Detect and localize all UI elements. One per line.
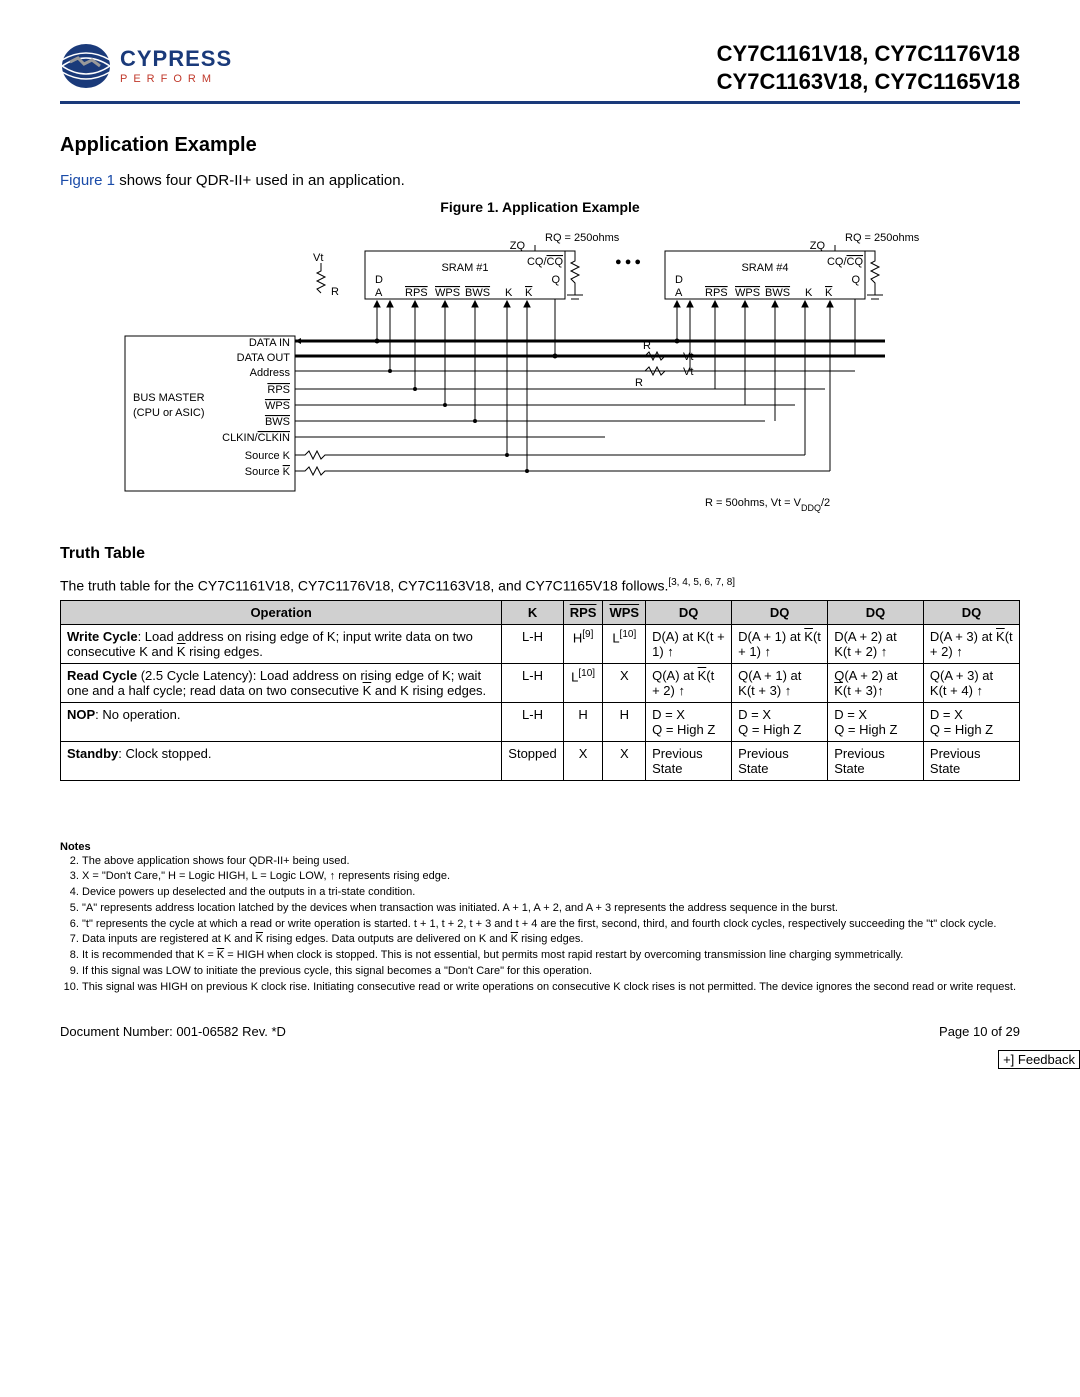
svg-text:Vt: Vt bbox=[683, 351, 693, 363]
svg-text:K: K bbox=[805, 287, 813, 299]
svg-text:WPS: WPS bbox=[265, 400, 290, 412]
notes-list: The above application shows four QDR-II+… bbox=[60, 855, 1020, 995]
svg-text:Q: Q bbox=[551, 274, 560, 286]
logo: CYPRESS PERFORM bbox=[60, 40, 232, 92]
svg-text:R: R bbox=[635, 377, 643, 389]
note-item: If this signal was LOW to initiate the p… bbox=[82, 965, 1020, 979]
svg-text:ZQ: ZQ bbox=[510, 240, 526, 252]
part-numbers: CY7C1161V18, CY7C1176V18 CY7C1163V18, CY… bbox=[717, 40, 1020, 95]
svg-text:RQ = 250ohms: RQ = 250ohms bbox=[545, 232, 620, 244]
svg-text:Q: Q bbox=[851, 274, 860, 286]
intro-rest: shows four QDR-II+ used in an applicatio… bbox=[115, 172, 405, 189]
page-number: Page 10 of 29 bbox=[939, 1024, 1020, 1039]
note-item: Data inputs are registered at K and K ri… bbox=[82, 933, 1020, 947]
col-dq3: DQ bbox=[828, 600, 924, 624]
svg-text:A: A bbox=[375, 287, 383, 299]
svg-text:CQ/CQ: CQ/CQ bbox=[527, 256, 564, 268]
application-diagram: SRAM #1 ZQ CQ/CQ D A Q RPS WPS BWS K K ●… bbox=[60, 221, 1020, 521]
table-row: Read Cycle (2.5 Cycle Latency): Load add… bbox=[61, 663, 1020, 702]
svg-text:A: A bbox=[675, 287, 683, 299]
intro-text: Figure 1 shows four QDR-II+ used in an a… bbox=[60, 172, 1020, 189]
note-item: X = "Don't Care," H = Logic HIGH, L = Lo… bbox=[82, 870, 1020, 884]
feedback-button[interactable]: +] Feedback bbox=[998, 1050, 1080, 1069]
svg-text:RPS: RPS bbox=[705, 287, 728, 299]
col-dq2: DQ bbox=[732, 600, 828, 624]
svg-text:SRAM #1: SRAM #1 bbox=[441, 262, 488, 274]
section-title: Application Example bbox=[60, 134, 1020, 157]
svg-text:K: K bbox=[525, 287, 533, 299]
svg-text:SRAM #4: SRAM #4 bbox=[741, 262, 788, 274]
truth-table-heading: Truth Table bbox=[60, 545, 1020, 563]
col-dq1: DQ bbox=[646, 600, 732, 624]
table-row: Write Cycle: Load address on rising edge… bbox=[61, 624, 1020, 663]
svg-text:BUS MASTER: BUS MASTER bbox=[133, 392, 205, 404]
figure-caption: Figure 1. Application Example bbox=[60, 199, 1020, 215]
svg-text:● ● ●: ● ● ● bbox=[615, 256, 641, 268]
note-item: "A" represents address location latched … bbox=[82, 902, 1020, 916]
col-k: K bbox=[502, 600, 563, 624]
svg-text:CQ/CQ: CQ/CQ bbox=[827, 256, 864, 268]
svg-text:DATA OUT: DATA OUT bbox=[237, 352, 291, 364]
svg-text:BWS: BWS bbox=[265, 416, 290, 428]
svg-text:WPS: WPS bbox=[435, 287, 460, 299]
figure-link[interactable]: Figure 1 bbox=[60, 172, 115, 189]
svg-text:R: R bbox=[331, 286, 339, 298]
note-item: This signal was HIGH on previous K clock… bbox=[82, 981, 1020, 995]
svg-text:Vt: Vt bbox=[683, 366, 693, 378]
svg-text:BWS: BWS bbox=[765, 287, 790, 299]
col-rps: RPS bbox=[563, 600, 603, 624]
svg-text:CLKIN/CLKIN: CLKIN/CLKIN bbox=[222, 432, 290, 444]
note-item: "t" represents the cycle at which a read… bbox=[82, 918, 1020, 932]
svg-text:K: K bbox=[825, 287, 833, 299]
svg-text:D: D bbox=[675, 274, 683, 286]
svg-text:ZQ: ZQ bbox=[810, 240, 826, 252]
svg-text:BWS: BWS bbox=[465, 287, 490, 299]
logo-name: CYPRESS bbox=[120, 48, 232, 70]
page-header: CYPRESS PERFORM CY7C1161V18, CY7C1176V18… bbox=[60, 40, 1020, 104]
truth-table: Operation K RPS WPS DQ DQ DQ DQ Write Cy… bbox=[60, 600, 1020, 781]
note-item: It is recommended that K = K = HIGH when… bbox=[82, 949, 1020, 963]
svg-text:WPS: WPS bbox=[735, 287, 760, 299]
svg-text:Source K: Source K bbox=[245, 450, 291, 462]
doc-number: Document Number: 001-06582 Rev. *D bbox=[60, 1024, 286, 1039]
table-row: NOP: No operation.L-HHHD = XQ = High ZD … bbox=[61, 702, 1020, 741]
truth-table-intro: The truth table for the CY7C1161V18, CY7… bbox=[60, 577, 1020, 594]
svg-text:Source K: Source K bbox=[245, 466, 291, 478]
page-footer: Document Number: 001-06582 Rev. *D Page … bbox=[60, 1024, 1020, 1039]
svg-text:K: K bbox=[505, 287, 513, 299]
parts-line-2: CY7C1163V18, CY7C1165V18 bbox=[717, 68, 1020, 96]
globe-icon bbox=[60, 40, 112, 92]
svg-text:RPS: RPS bbox=[405, 287, 428, 299]
svg-text:Address: Address bbox=[250, 367, 291, 379]
svg-text:RPS: RPS bbox=[267, 384, 290, 396]
svg-text:Vt: Vt bbox=[313, 252, 323, 264]
svg-text:R = 50ohms, Vt = VDDQ/2: R = 50ohms, Vt = VDDQ/2 bbox=[705, 497, 830, 513]
col-dq4: DQ bbox=[923, 600, 1019, 624]
svg-text:RQ = 250ohms: RQ = 250ohms bbox=[845, 232, 920, 244]
note-item: The above application shows four QDR-II+… bbox=[82, 855, 1020, 869]
parts-line-1: CY7C1161V18, CY7C1176V18 bbox=[717, 40, 1020, 68]
svg-text:DATA IN: DATA IN bbox=[249, 337, 290, 349]
svg-text:R: R bbox=[643, 340, 651, 352]
svg-text:D: D bbox=[375, 274, 383, 286]
logo-tagline: PERFORM bbox=[120, 74, 232, 85]
table-row: Standby: Clock stopped.StoppedXXPrevious… bbox=[61, 741, 1020, 780]
svg-text:(CPU or ASIC): (CPU or ASIC) bbox=[133, 407, 205, 419]
col-operation: Operation bbox=[61, 600, 502, 624]
col-wps: WPS bbox=[603, 600, 646, 624]
note-item: Device powers up deselected and the outp… bbox=[82, 886, 1020, 900]
notes-heading: Notes bbox=[60, 841, 1020, 853]
